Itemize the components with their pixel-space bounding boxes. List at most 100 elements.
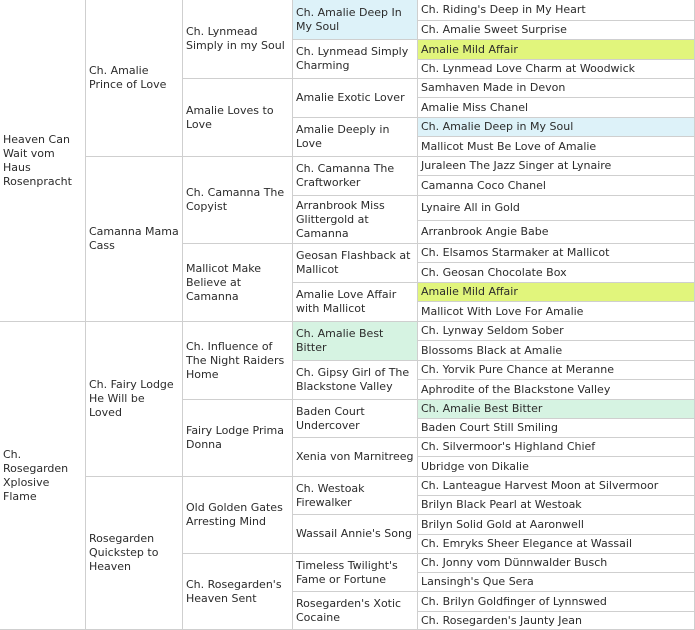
- dog-name[interactable]: Old Golden Gates Arresting Mind: [186, 501, 289, 529]
- dog-name[interactable]: Amalie Love Affair with Mallicot: [296, 288, 414, 316]
- dog-name[interactable]: Amalie Loves to Love: [186, 104, 289, 132]
- pedigree-cell-gen4[interactable]: Geosan Flashback at Mallicot: [293, 244, 418, 283]
- pedigree-cell-gen5[interactable]: Ch. Brilyn Goldfinger of Lynnswed: [418, 592, 695, 612]
- dog-name[interactable]: Ch. Amalie Prince of Love: [89, 64, 179, 92]
- dog-name[interactable]: Mallicot Must Be Love of Amalie: [421, 140, 596, 154]
- dog-name[interactable]: Mallicot With Love For Amalie: [421, 305, 583, 319]
- pedigree-cell-gen4[interactable]: Baden Court Undercover: [293, 400, 418, 438]
- pedigree-cell-gen4[interactable]: Amalie Love Affair with Mallicot: [293, 283, 418, 322]
- pedigree-cell-gen5[interactable]: Mallicot Must Be Love of Amalie: [418, 137, 695, 157]
- pedigree-cell-gen4[interactable]: Wassail Annie's Song: [293, 515, 418, 554]
- dog-name[interactable]: Ch. Amalie Sweet Surprise: [421, 23, 567, 37]
- pedigree-cell-gen5[interactable]: Ch. Geosan Chocolate Box: [418, 263, 695, 283]
- dog-name[interactable]: Lynaire All in Gold: [421, 201, 520, 215]
- pedigree-cell-gen4[interactable]: Ch. Amalie Best Bitter: [293, 322, 418, 361]
- pedigree-cell-gen5[interactable]: Ch. Amalie Sweet Surprise: [418, 21, 695, 40]
- dog-name[interactable]: Juraleen The Jazz Singer at Lynaire: [421, 159, 611, 173]
- dog-name[interactable]: Ch. Influence of The Night Raiders Home: [186, 340, 289, 382]
- dog-name[interactable]: Ch. Geosan Chocolate Box: [421, 266, 567, 280]
- dog-name[interactable]: Amalie Deeply in Love: [296, 123, 414, 151]
- dog-name[interactable]: Ch. Lynway Seldom Sober: [421, 324, 564, 338]
- dog-name[interactable]: Mallicot Make Believe at Camanna: [186, 262, 289, 304]
- pedigree-cell-gen5[interactable]: Ch. Yorvik Pure Chance at Meranne: [418, 361, 695, 380]
- pedigree-cell-gen4[interactable]: Ch. Amalie Deep In My Soul: [293, 0, 418, 40]
- pedigree-cell-gen4[interactable]: Rosegarden's Xotic Cocaine: [293, 592, 418, 630]
- dog-name[interactable]: Ch. Jonny vom Dünnwalder Busch: [421, 556, 607, 570]
- pedigree-cell-gen3[interactable]: Old Golden Gates Arresting Mind: [183, 477, 293, 554]
- pedigree-cell-gen5[interactable]: Samhaven Made in Devon: [418, 79, 695, 98]
- dog-name[interactable]: Heaven Can Wait vom Haus Rosenpracht: [3, 133, 82, 189]
- dog-name[interactable]: Baden Court Undercover: [296, 405, 414, 433]
- pedigree-cell-gen4[interactable]: Ch. Westoak Firewalker: [293, 477, 418, 515]
- dog-name[interactable]: Amalie Exotic Lover: [296, 91, 405, 105]
- dog-name[interactable]: Ch. Amalie Deep in My Soul: [421, 120, 573, 134]
- dog-name[interactable]: Lansingh's Que Sera: [421, 575, 534, 589]
- dog-name[interactable]: Fairy Lodge Prima Donna: [186, 424, 289, 452]
- pedigree-cell-gen5[interactable]: Brilyn Black Pearl at Westoak: [418, 496, 695, 515]
- pedigree-cell-gen5[interactable]: Ch. Lynmead Love Charm at Woodwick: [418, 60, 695, 79]
- pedigree-cell-gen5[interactable]: Ch. Jonny vom Dünnwalder Busch: [418, 554, 695, 573]
- pedigree-cell-gen5[interactable]: Ch. Lynway Seldom Sober: [418, 322, 695, 341]
- dog-name[interactable]: Amalie Mild Affair: [421, 43, 518, 57]
- pedigree-cell-gen3[interactable]: Fairy Lodge Prima Donna: [183, 400, 293, 477]
- pedigree-cell-gen3[interactable]: Ch. Rosegarden's Heaven Sent: [183, 554, 293, 630]
- pedigree-cell-gen5[interactable]: Mallicot With Love For Amalie: [418, 302, 695, 322]
- dog-name[interactable]: Ch. Amalie Deep In My Soul: [296, 6, 414, 34]
- dog-name[interactable]: Amalie Miss Chanel: [421, 101, 528, 115]
- pedigree-cell-gen3[interactable]: Mallicot Make Believe at Camanna: [183, 244, 293, 322]
- dog-name[interactable]: Camanna Coco Chanel: [421, 179, 546, 193]
- pedigree-cell-gen5[interactable]: Blossoms Black at Amalie: [418, 341, 695, 361]
- pedigree-cell-gen2[interactable]: Camanna Mama Cass: [86, 157, 183, 322]
- pedigree-cell-gen2[interactable]: Rosegarden Quickstep to Heaven: [86, 477, 183, 630]
- pedigree-cell-gen4[interactable]: Timeless Twilight's Fame or Fortune: [293, 554, 418, 592]
- dog-name[interactable]: Rosegarden's Xotic Cocaine: [296, 597, 414, 625]
- dog-name[interactable]: Brilyn Black Pearl at Westoak: [421, 498, 582, 512]
- pedigree-cell-gen5[interactable]: Brilyn Solid Gold at Aaronwell: [418, 515, 695, 535]
- dog-name[interactable]: Ch. Riding's Deep in My Heart: [421, 3, 586, 17]
- pedigree-cell-gen5[interactable]: Aphrodite of the Blackstone Valley: [418, 380, 695, 400]
- pedigree-cell-gen4[interactable]: Amalie Deeply in Love: [293, 118, 418, 157]
- pedigree-cell-gen5[interactable]: Lansingh's Que Sera: [418, 573, 695, 592]
- dog-name[interactable]: Ch. Lynmead Love Charm at Woodwick: [421, 62, 635, 76]
- pedigree-cell-gen2[interactable]: Ch. Amalie Prince of Love: [86, 0, 183, 157]
- dog-name[interactable]: Blossoms Black at Amalie: [421, 344, 562, 358]
- dog-name[interactable]: Ch. Amalie Best Bitter: [421, 402, 542, 416]
- pedigree-cell-gen5[interactable]: Ch. Amalie Deep in My Soul: [418, 118, 695, 137]
- dog-name[interactable]: Ch. Rosegarden's Jaunty Jean: [421, 614, 582, 628]
- dog-name[interactable]: Ch. Elsamos Starmaker at Mallicot: [421, 246, 609, 260]
- pedigree-cell-gen5[interactable]: Ubridge von Dikalie: [418, 457, 695, 477]
- pedigree-cell-gen5[interactable]: Arranbrook Angie Babe: [418, 221, 695, 244]
- pedigree-cell-gen4[interactable]: Amalie Exotic Lover: [293, 79, 418, 118]
- dog-name[interactable]: Camanna Mama Cass: [89, 225, 179, 253]
- dog-name[interactable]: Ch. Lynmead Simply in my Soul: [186, 25, 289, 53]
- pedigree-cell-gen5[interactable]: Ch. Lanteague Harvest Moon at Silvermoor: [418, 477, 695, 496]
- pedigree-cell-gen4[interactable]: Arranbrook Miss Glittergold at Camanna: [293, 196, 418, 244]
- dog-name[interactable]: Arranbrook Angie Babe: [421, 225, 549, 239]
- pedigree-cell-gen5[interactable]: Ch. Emryks Sheer Elegance at Wassail: [418, 535, 695, 554]
- pedigree-cell-gen3[interactable]: Ch. Lynmead Simply in my Soul: [183, 0, 293, 79]
- pedigree-cell-gen5[interactable]: Juraleen The Jazz Singer at Lynaire: [418, 157, 695, 176]
- dog-name[interactable]: Ch. Yorvik Pure Chance at Meranne: [421, 363, 614, 377]
- dog-name[interactable]: Ubridge von Dikalie: [421, 460, 529, 474]
- pedigree-cell-gen5[interactable]: Ch. Riding's Deep in My Heart: [418, 0, 695, 21]
- pedigree-cell-gen5[interactable]: Amalie Mild Affair: [418, 40, 695, 60]
- pedigree-cell-gen4[interactable]: Xenia von Marnitreeg: [293, 438, 418, 477]
- dog-name[interactable]: Brilyn Solid Gold at Aaronwell: [421, 518, 584, 532]
- dog-name[interactable]: Ch. Camanna The Craftworker: [296, 162, 414, 190]
- dog-name[interactable]: Ch. Amalie Best Bitter: [296, 327, 414, 355]
- pedigree-cell-gen4[interactable]: Ch. Lynmead Simply Charming: [293, 40, 418, 79]
- dog-name[interactable]: Wassail Annie's Song: [296, 527, 412, 541]
- dog-name[interactable]: Ch. Lynmead Simply Charming: [296, 45, 414, 73]
- pedigree-cell-gen5[interactable]: Ch. Rosegarden's Jaunty Jean: [418, 612, 695, 630]
- pedigree-cell-gen5[interactable]: Ch. Silvermoor's Highland Chief: [418, 438, 695, 457]
- pedigree-cell-gen5[interactable]: Amalie Miss Chanel: [418, 98, 695, 118]
- pedigree-cell-gen5[interactable]: Ch. Amalie Best Bitter: [418, 400, 695, 419]
- pedigree-cell-gen1-dam[interactable]: Ch. Rosegarden Xplosive Flame: [0, 322, 86, 630]
- pedigree-cell-gen1-sire[interactable]: Heaven Can Wait vom Haus Rosenpracht: [0, 0, 86, 322]
- pedigree-cell-gen3[interactable]: Amalie Loves to Love: [183, 79, 293, 157]
- pedigree-cell-gen5[interactable]: Lynaire All in Gold: [418, 196, 695, 221]
- dog-name[interactable]: Ch. Rosegarden's Heaven Sent: [186, 578, 289, 606]
- pedigree-cell-gen4[interactable]: Ch. Gipsy Girl of The Blackstone Valley: [293, 361, 418, 400]
- dog-name[interactable]: Rosegarden Quickstep to Heaven: [89, 532, 179, 574]
- dog-name[interactable]: Ch. Lanteague Harvest Moon at Silvermoor: [421, 479, 658, 493]
